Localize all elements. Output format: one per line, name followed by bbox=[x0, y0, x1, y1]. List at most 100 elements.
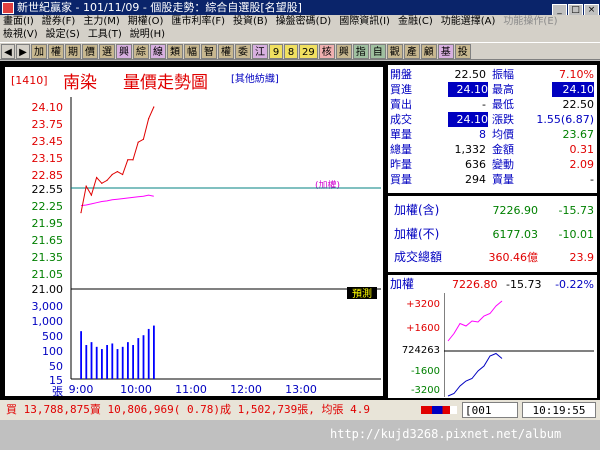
volume-bar bbox=[85, 345, 88, 379]
forecast-label: 預測 bbox=[352, 287, 372, 300]
quote-value: 8 bbox=[479, 128, 486, 141]
page-indicator[interactable]: [001 bbox=[462, 402, 518, 418]
menu-item[interactable]: 期權(O) bbox=[125, 15, 169, 29]
toolbar-scroll-left[interactable]: ◀ bbox=[1, 44, 15, 59]
menu-bar-2: 檢視(V) 設定(S) 工具(T) 說明(H) bbox=[0, 28, 600, 42]
toolbar-button[interactable]: 自 bbox=[369, 44, 386, 59]
volume-tick: 100 bbox=[42, 345, 63, 358]
mini-y-tick: +1600 bbox=[406, 323, 440, 334]
chart-title: 量價走勢圖 bbox=[123, 73, 208, 93]
mini-series-line bbox=[447, 352, 503, 397]
quote-value: 294 bbox=[465, 173, 486, 186]
toolbar-button[interactable]: 8 bbox=[284, 44, 298, 59]
price-point bbox=[116, 170, 118, 173]
price-tick: 21.95 bbox=[32, 217, 64, 230]
volume-tick: 1,000 bbox=[32, 315, 64, 328]
toolbar-button[interactable]: 權 bbox=[218, 44, 234, 59]
quote-value: 22.50 bbox=[562, 98, 595, 111]
volume-tick: 3,000 bbox=[32, 300, 64, 313]
quote-table: 開盤 22.50 振幅 7.10% 買進 24.10 最高 24.10 賣出 -… bbox=[388, 65, 597, 193]
mini-series-line bbox=[447, 300, 503, 342]
toolbar-button[interactable]: 委 bbox=[235, 44, 251, 59]
price-axis: 24.10 23.75 23.45 23.15 22.85 22.55 22.2… bbox=[32, 101, 64, 296]
toolbar-button[interactable]: 期 bbox=[65, 44, 81, 59]
index-label: 成交總額 bbox=[394, 250, 443, 264]
menu-item[interactable]: 功能操作(E) bbox=[500, 15, 562, 29]
toolbar: ◀ ▶ 加權期價選興綜線類幅智權委江 9 8 29 核興指自觀產顧基投 bbox=[0, 42, 600, 60]
price-point bbox=[127, 159, 129, 161]
menu-item[interactable]: 國際資訊(I) bbox=[336, 15, 395, 29]
maximize-button[interactable]: □ bbox=[568, 4, 583, 15]
toolbar-scroll-right[interactable]: ▶ bbox=[16, 44, 30, 59]
toolbar-button[interactable]: 選 bbox=[99, 44, 115, 59]
volume-bar bbox=[142, 335, 145, 379]
menu-item[interactable]: 功能選擇(A) bbox=[438, 15, 501, 29]
toolbar-button[interactable]: 智 bbox=[201, 44, 217, 59]
toolbar-button[interactable]: 觀 bbox=[386, 44, 403, 59]
industry-label: [其他紡織] bbox=[231, 72, 279, 85]
toolbar-button[interactable]: 線 bbox=[150, 44, 166, 59]
menu-item[interactable]: 檢視(V) bbox=[0, 28, 43, 42]
toolbar-button[interactable]: 9 bbox=[269, 44, 283, 59]
price-tick: 22.85 bbox=[32, 169, 64, 182]
index-value: 6177.03 bbox=[492, 228, 539, 241]
toolbar-button[interactable]: 興 bbox=[335, 44, 352, 59]
quote-label: 漲跌 bbox=[492, 113, 514, 126]
toolbar-button[interactable]: 29 bbox=[299, 44, 318, 59]
price-point bbox=[153, 106, 155, 108]
price-point bbox=[111, 173, 113, 176]
toolbar-button[interactable]: 幅 bbox=[184, 44, 200, 59]
toolbar-button[interactable]: 基 bbox=[437, 44, 454, 59]
volume-tick: 50 bbox=[49, 360, 63, 373]
menu-bar-1: 畫面(I) 證券(F) 主力(M) 期權(O) 匯市利率(F) 投資(B) 操盤密碼(D) 國… bbox=[0, 15, 600, 29]
toolbar-button[interactable]: 顧 bbox=[420, 44, 437, 59]
toolbar-button[interactable]: 權 bbox=[48, 44, 64, 59]
status-bar: 買 13,788,875賣 10,806,969( 0.78)成 1,502,7… bbox=[0, 400, 600, 420]
menu-item[interactable]: 說明(H) bbox=[127, 28, 170, 42]
volume-bar bbox=[147, 328, 150, 379]
menu-item[interactable]: 畫面(I) bbox=[0, 15, 39, 29]
quote-value: 0.31 bbox=[569, 143, 595, 156]
quote-label: 總量 bbox=[390, 143, 412, 156]
volume-axis: 3,000 1,000 500 100 50 15 張 bbox=[32, 300, 64, 398]
price-point bbox=[101, 182, 103, 184]
menu-item[interactable]: 匯市利率(F) bbox=[168, 15, 230, 29]
menu-item[interactable]: 證券(F) bbox=[39, 15, 81, 29]
index-label: 加權(不) bbox=[394, 227, 440, 241]
mini-y-tick: -3200 bbox=[410, 385, 440, 396]
menu-item[interactable]: 操盤密碼(D) bbox=[273, 15, 337, 29]
toolbar-button[interactable]: 價 bbox=[82, 44, 98, 59]
toolbar-button[interactable]: 江 bbox=[252, 44, 268, 59]
toolbar-button[interactable]: 指 bbox=[352, 44, 369, 59]
quote-label: 開盤 bbox=[390, 68, 412, 81]
toolbar-button[interactable]: 加 bbox=[31, 44, 47, 59]
menu-item[interactable]: 主力(M) bbox=[80, 15, 124, 29]
toolbar-button[interactable]: 產 bbox=[403, 44, 420, 59]
toolbar-button[interactable]: 興 bbox=[116, 44, 132, 59]
quote-value: 24.10 bbox=[552, 82, 594, 97]
minimize-button[interactable]: _ bbox=[552, 4, 567, 15]
toolbar-button[interactable]: 綜 bbox=[133, 44, 149, 59]
price-point bbox=[90, 194, 92, 196]
menu-item[interactable]: 金融(C) bbox=[395, 15, 438, 29]
price-point bbox=[80, 212, 82, 214]
menu-item[interactable]: 設定(S) bbox=[43, 28, 85, 42]
mini-chart-pct: -0.22% bbox=[555, 278, 594, 291]
quote-value: 1.55(6.87) bbox=[536, 113, 594, 126]
close-button[interactable]: × bbox=[584, 4, 599, 15]
price-volume-chart[interactable]: [1410] 南染 量價走勢圖 [其他紡織] (加權) 24.10 23.75 … bbox=[5, 67, 383, 398]
mini-index-chart-panel[interactable]: 加權 7226.80 -15.73 -0.22% +3200 +1600 724… bbox=[388, 277, 597, 398]
quote-value: 2.09 bbox=[569, 158, 595, 171]
toolbar-button[interactable]: 類 bbox=[167, 44, 183, 59]
toolbar-button[interactable]: 核 bbox=[318, 44, 335, 59]
index-label: (加權) bbox=[315, 179, 340, 191]
price-tick: 22.25 bbox=[32, 200, 64, 213]
price-point bbox=[137, 141, 139, 143]
price-tick: 24.10 bbox=[32, 101, 64, 114]
menu-item[interactable]: 投資(B) bbox=[230, 15, 273, 29]
menu-item[interactable]: 工具(T) bbox=[85, 28, 127, 42]
volume-bar bbox=[132, 345, 134, 379]
volume-bar bbox=[111, 343, 114, 379]
toolbar-button[interactable]: 投 bbox=[454, 44, 471, 59]
volume-bar bbox=[137, 338, 140, 379]
